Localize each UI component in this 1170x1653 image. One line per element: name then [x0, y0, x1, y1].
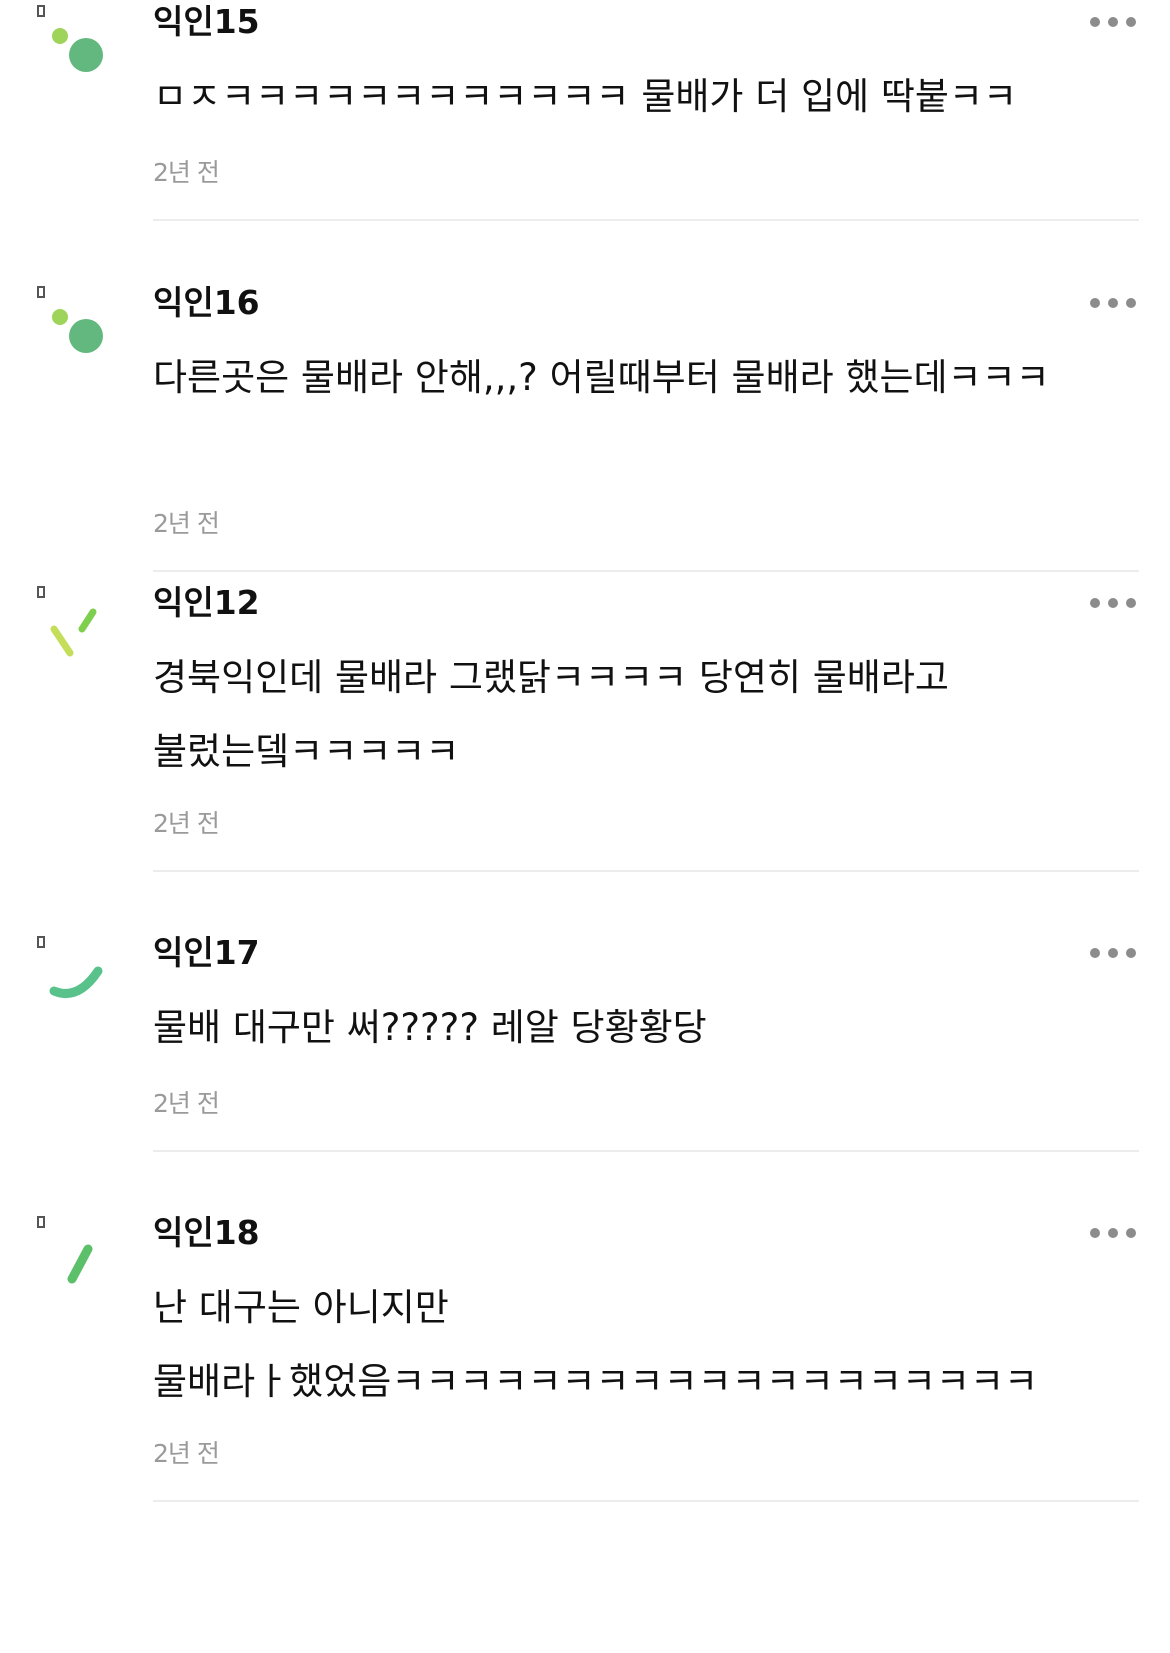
comment-text: ㅁㅈㅋㅋㅋㅋㅋㅋㅋㅋㅋㅋㅋㅋ 물배가 더 입에 딱붙ㅋㅋ	[153, 75, 1018, 118]
comment-author[interactable]: 익인16	[153, 283, 260, 323]
avatar	[30, 581, 120, 671]
comment-author[interactable]: 익인15	[153, 2, 260, 42]
more-options-icon[interactable]	[1088, 14, 1138, 28]
comment-list: 익인15 ㅁㅈㅋㅋㅋㅋㅋㅋㅋㅋㅋㅋㅋㅋ 물배가 더 입에 딱붙ㅋㅋ 2년 전 익…	[0, 0, 1170, 1581]
comment-item: 익인18 난 대구는 아니지만 물배라ㅏ했었음ㅋㅋㅋㅋㅋㅋㅋㅋㅋㅋㅋㅋㅋㅋㅋㅋㅋ…	[0, 1211, 1170, 1581]
more-options-icon[interactable]	[1088, 1225, 1138, 1239]
comment-author[interactable]: 익인12	[153, 583, 260, 623]
avatar	[30, 931, 120, 1021]
comment-item: 익인12 경북익인데 물배라 그랬닭ㅋㅋㅋㅋ 당연히 물배라고 불렀는뎈ㅋㅋㅋㅋ…	[0, 581, 1170, 931]
comment-item: 익인17 물배 대구만 써????? 레알 당황황당 2년 전	[0, 931, 1170, 1211]
comment-divider	[153, 1500, 1139, 1502]
more-options-icon[interactable]	[1088, 945, 1138, 959]
avatar	[30, 281, 120, 371]
slash-avatar-icon	[37, 1216, 93, 1284]
comment-time: 2년 전	[153, 158, 220, 187]
comment-time: 2년 전	[153, 809, 220, 838]
comment-time: 2년 전	[153, 1439, 220, 1468]
avatar	[30, 1211, 120, 1301]
avatar	[30, 0, 120, 90]
comment-time: 2년 전	[153, 1089, 220, 1118]
comment-text: 난 대구는 아니지만 물배라ㅏ했었음ㅋㅋㅋㅋㅋㅋㅋㅋㅋㅋㅋㅋㅋㅋㅋㅋㅋㅋㅋ	[153, 1286, 1039, 1403]
more-options-icon[interactable]	[1088, 595, 1138, 609]
more-options-icon[interactable]	[1088, 295, 1138, 309]
dashes-avatar-icon	[37, 586, 97, 657]
comment-text: 물배 대구만 써????? 레알 당황황당	[153, 1006, 707, 1049]
comment-divider	[153, 870, 1139, 872]
comment-divider	[153, 1150, 1139, 1152]
comment-divider	[153, 570, 1139, 572]
comment-text: 다른곳은 물배라 안해,,,? 어릴때부터 물배라 했는데ㅋㅋㅋ	[153, 356, 1050, 399]
dots-avatar-icon	[37, 286, 103, 353]
comment-divider	[153, 219, 1139, 221]
comment-author[interactable]: 익인17	[153, 933, 260, 973]
arc-avatar-icon	[37, 936, 103, 998]
comment-time: 2년 전	[153, 509, 220, 538]
comment-author[interactable]: 익인18	[153, 1213, 260, 1253]
dots-avatar-icon	[37, 5, 103, 72]
comment-text: 경북익인데 물배라 그랬닭ㅋㅋㅋㅋ 당연히 물배라고 불렀는뎈ㅋㅋㅋㅋㅋ	[153, 656, 961, 773]
comment-item: 익인15 ㅁㅈㅋㅋㅋㅋㅋㅋㅋㅋㅋㅋㅋㅋ 물배가 더 입에 딱붙ㅋㅋ 2년 전	[0, 0, 1170, 230]
